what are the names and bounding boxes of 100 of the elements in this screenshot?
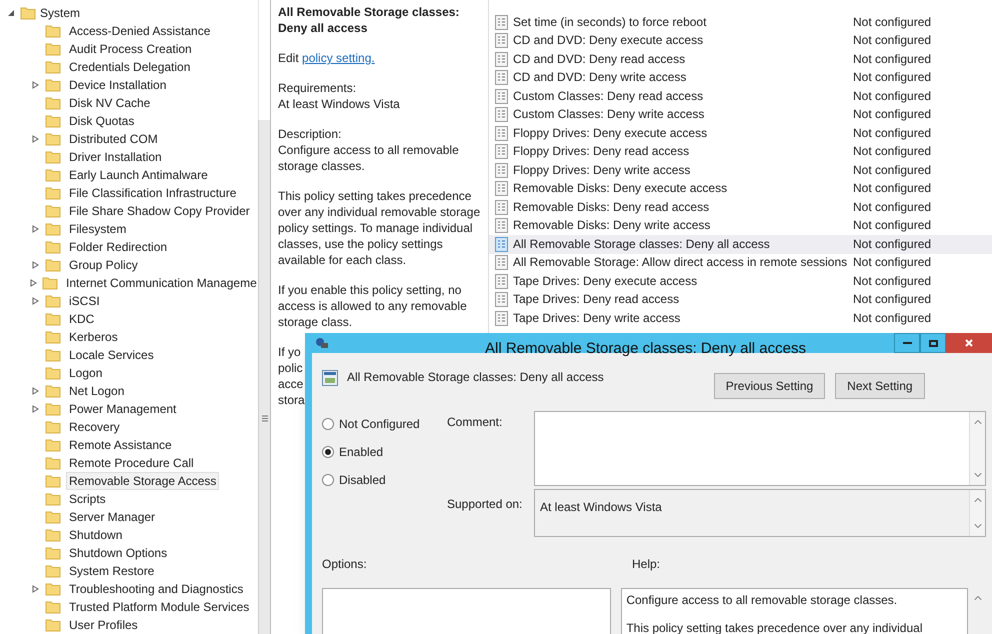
tree-item[interactable]: Filesystem	[66, 220, 130, 238]
policy-icon	[495, 107, 508, 122]
tree-item[interactable]: File Share Shadow Copy Provider	[66, 202, 253, 220]
tree-item[interactable]: Kerberos	[66, 328, 121, 346]
edit-label: Edit	[278, 51, 299, 65]
folder-icon	[45, 294, 61, 308]
setting-state: Not configured	[853, 292, 932, 308]
nav-button[interactable]: Next Setting	[835, 373, 925, 399]
setting-row[interactable]: Custom Classes: Deny read access Not configured	[489, 87, 992, 106]
setting-row[interactable]: Tape Drives: Deny execute access Not configured	[489, 272, 992, 290]
tree-item[interactable]: System	[40, 5, 80, 21]
comment-label: Comment:	[447, 414, 504, 431]
setting-row[interactable]: Removable Disks: Deny write access Not configured	[489, 216, 992, 235]
radio-button[interactable]	[322, 446, 334, 458]
setting-row[interactable]: Set time (in seconds) to force reboot Not configured	[489, 13, 992, 32]
tree-item[interactable]: Early Launch Antimalware	[66, 166, 211, 184]
setting-state: Not configured	[853, 310, 932, 326]
tree-item[interactable]: iSCSI	[66, 292, 103, 310]
tree-item[interactable]: Remote Procedure Call	[66, 454, 197, 472]
setting-row[interactable]: Floppy Drives: Deny write access Not configured	[489, 161, 992, 180]
expand-arrow-icon[interactable]	[32, 387, 38, 395]
expand-arrow-icon[interactable]	[32, 135, 38, 143]
expand-arrow-icon[interactable]	[32, 225, 38, 233]
nav-button[interactable]: Previous Setting	[714, 373, 826, 399]
minimize-button[interactable]	[894, 333, 920, 353]
setting-row[interactable]: All Removable Storage classes: Deny all access Not configured	[489, 235, 992, 254]
setting-row[interactable]: CD and DVD: Deny read access Not configured	[489, 50, 992, 68]
setting-row[interactable]: Removable Disks: Deny read access Not configured	[489, 198, 992, 216]
policy-setting-link[interactable]: policy setting.	[302, 51, 375, 65]
folder-icon	[45, 618, 61, 632]
tree-item[interactable]: File Classification Infrastructure	[66, 184, 240, 202]
close-button[interactable]	[946, 333, 992, 353]
collapse-arrow-icon[interactable]	[7, 9, 15, 17]
tree-item[interactable]: Folder Redirection	[66, 238, 170, 256]
tree-item[interactable]: Power Management	[66, 400, 180, 418]
expand-arrow-icon[interactable]	[32, 405, 38, 413]
supported-value: At least Windows Vista	[539, 499, 663, 516]
setting-row[interactable]: Tape Drives: Deny read access Not configured	[489, 290, 992, 309]
setting-row[interactable]: CD and DVD: Deny write access Not configured	[489, 68, 992, 87]
folder-icon	[45, 186, 61, 200]
radio-label: Enabled	[339, 444, 384, 461]
maximize-icon	[928, 340, 938, 346]
folder-icon	[45, 222, 61, 236]
tree-item[interactable]: Disk NV Cache	[66, 94, 154, 112]
tree-item[interactable]: Shutdown Options	[66, 544, 170, 562]
tree-item[interactable]: Net Logon	[66, 382, 128, 400]
description-text: If yo	[278, 344, 301, 360]
folder-icon	[45, 42, 61, 56]
folder-icon	[45, 510, 61, 524]
tree-item[interactable]: Troubleshooting and Diagnostics	[66, 580, 246, 598]
folder-icon	[45, 582, 61, 596]
tree-item[interactable]: Logon	[66, 364, 106, 382]
tree-item[interactable]: Remote Assistance	[66, 436, 175, 454]
tree-item[interactable]: KDC	[66, 310, 98, 328]
tree-item[interactable]: Group Policy	[66, 256, 141, 274]
radio-button[interactable]	[322, 418, 334, 430]
folder-icon	[45, 474, 61, 488]
tree-item[interactable]: Recovery	[66, 418, 123, 436]
radio-label: Not Configured	[339, 416, 420, 433]
expand-arrow-icon[interactable]	[32, 261, 38, 269]
tree-item[interactable]: Disk Quotas	[66, 112, 138, 130]
folder-icon	[45, 114, 61, 128]
setting-row[interactable]: Tape Drives: Deny write access Not configured	[489, 309, 992, 328]
tree-item[interactable]: Driver Installation	[66, 148, 165, 166]
setting-row[interactable]: Custom Classes: Deny write access Not configured	[489, 106, 992, 124]
policy-title: All Removable Storage classes: Deny all access	[278, 4, 460, 36]
policy-icon	[495, 218, 508, 234]
description-paragraph: Configure access to all removable storage classes.	[278, 142, 460, 174]
tree-item[interactable]: Trusted Platform Module Services	[66, 598, 252, 616]
tree-item[interactable]: Removable Storage Access	[66, 472, 220, 490]
policy-icon	[322, 370, 338, 386]
policy-icon	[495, 310, 508, 326]
tree-item[interactable]: Access-Denied Assistance	[66, 22, 214, 40]
setting-row[interactable]: Floppy Drives: Deny execute access Not configured	[489, 124, 992, 142]
expand-arrow-icon[interactable]	[32, 81, 38, 89]
radio-button[interactable]	[322, 474, 334, 486]
tree-item[interactable]: Locale Services	[66, 346, 157, 364]
tree-item[interactable]: Audit Process Creation	[66, 40, 195, 58]
expand-arrow-icon[interactable]	[30, 279, 37, 287]
folder-icon	[45, 366, 61, 380]
tree-item[interactable]: Internet Communication Manageme	[63, 274, 258, 292]
setting-row[interactable]: All Removable Storage: Allow direct access in remote sessions Not configured	[489, 254, 992, 272]
tree-item[interactable]: User Profiles	[66, 616, 141, 634]
setting-row[interactable]: Floppy Drives: Deny read access Not configured	[489, 142, 992, 161]
tree-item[interactable]: Device Installation	[66, 76, 170, 94]
description-text: stora	[278, 392, 305, 408]
tree-item[interactable]: Scripts	[66, 490, 109, 508]
comment-field[interactable]	[534, 411, 986, 486]
expand-arrow-icon[interactable]	[32, 297, 38, 305]
setting-name: Tape Drives: Deny write access	[513, 310, 682, 326]
tree-item[interactable]: Credentials Delegation	[66, 58, 194, 76]
tree-item[interactable]: System Restore	[66, 562, 158, 580]
tree-item[interactable]: Shutdown	[66, 526, 126, 544]
folder-icon	[45, 24, 61, 38]
setting-name: All Removable Storage classes: Deny all access	[513, 236, 771, 252]
expand-arrow-icon[interactable]	[32, 585, 38, 593]
tree-item[interactable]: Server Manager	[66, 508, 158, 526]
setting-row[interactable]: CD and DVD: Deny execute access Not configured	[489, 32, 992, 50]
setting-row[interactable]: Removable Disks: Deny execute access Not configured	[489, 180, 992, 198]
tree-item[interactable]: Distributed COM	[66, 130, 161, 148]
